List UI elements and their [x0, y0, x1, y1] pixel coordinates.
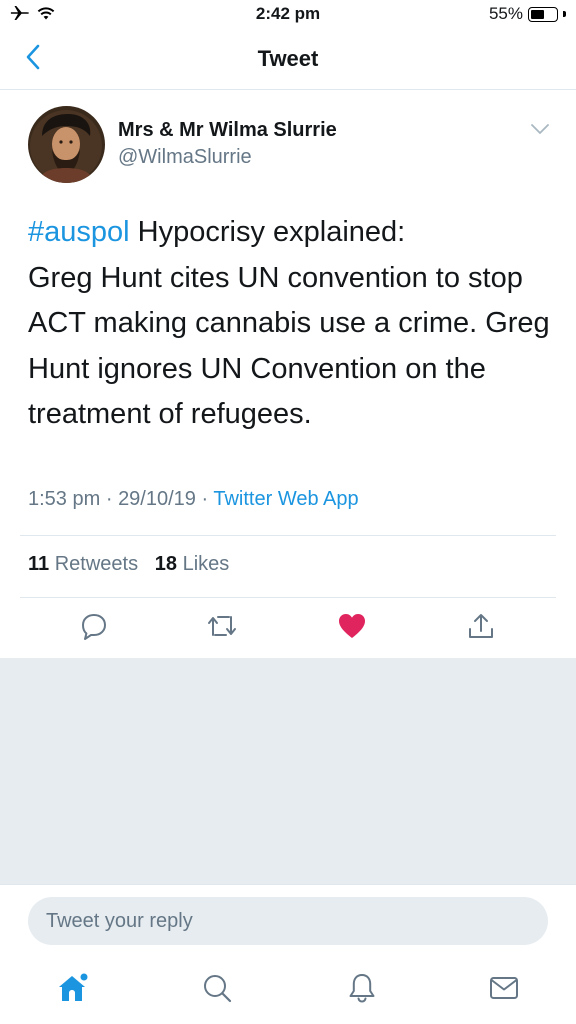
like-icon [338, 613, 366, 644]
retweet-label: Retweets [54, 553, 139, 575]
author-handle[interactable]: @WilmaSlurrie [118, 146, 252, 169]
retweets-stat[interactable]: 11 Retweets [28, 553, 138, 575]
battery-percent: 55% [488, 4, 523, 23]
status-bar: 2:42 pm 55% [0, 0, 576, 30]
tweet-time: 1:53 pm [28, 488, 101, 510]
share-button[interactable] [463, 610, 499, 646]
retweet-icon [206, 613, 238, 644]
divider [20, 535, 556, 536]
like-label: Likes [182, 553, 230, 575]
tweet-stats: 11 Retweets 18 Likes [28, 553, 229, 576]
replies-area [0, 658, 576, 884]
reply-bar: Tweet your reply [0, 884, 576, 960]
page-title: Tweet [257, 46, 319, 71]
notifications-icon [347, 972, 377, 1009]
meta-separator: · [105, 488, 113, 510]
tab-bar [0, 960, 576, 1024]
status-right: 55% [489, 4, 566, 24]
tweet-date: 29/10/19 [118, 488, 196, 510]
hashtag-link[interactable]: #auspol [28, 216, 130, 248]
home-icon [55, 971, 89, 1010]
reply-input[interactable]: Tweet your reply [28, 897, 548, 945]
like-count: 18 [154, 553, 178, 575]
tab-home[interactable] [52, 970, 92, 1010]
battery-tip [563, 11, 566, 17]
avatar[interactable] [28, 106, 105, 183]
messages-icon [488, 974, 520, 1007]
retweet-count: 11 [28, 553, 50, 575]
tweet-text-line1-rest: Hypocrisy explained: [129, 216, 406, 248]
tab-notifications[interactable] [342, 970, 382, 1010]
author-name[interactable]: Mrs & Mr Wilma Slurrie [118, 119, 337, 142]
tweet-text-body: Greg Hunt cites UN convention to stop AC… [28, 261, 550, 431]
share-icon [467, 612, 495, 645]
reply-icon [80, 612, 108, 645]
tweet-text-line1: #auspol Hypocrisy explained: [28, 210, 558, 256]
search-icon [201, 972, 233, 1009]
tweet-source-link[interactable]: Twitter Web App [213, 488, 358, 510]
battery-fill [531, 9, 544, 19]
tweet-text: #auspol Hypocrisy explained: Greg Hunt c… [28, 210, 558, 438]
retweet-button[interactable] [204, 610, 240, 646]
like-button[interactable] [334, 610, 370, 646]
tweet-meta: 1:53 pm · 29/10/19 · Twitter Web App [28, 488, 359, 511]
reply-button[interactable] [76, 610, 112, 646]
tweet-actions [0, 598, 576, 658]
battery-icon [528, 6, 558, 22]
tab-messages[interactable] [484, 970, 524, 1010]
tweet-author: Mrs & Mr Wilma Slurrie @WilmaSlurrie [28, 106, 558, 186]
nav-bar: Tweet [0, 30, 576, 90]
likes-stat[interactable]: 18 Likes [155, 553, 230, 575]
tab-search[interactable] [197, 970, 237, 1010]
chevron-down-icon[interactable] [530, 122, 550, 140]
meta-separator: · [201, 488, 209, 510]
